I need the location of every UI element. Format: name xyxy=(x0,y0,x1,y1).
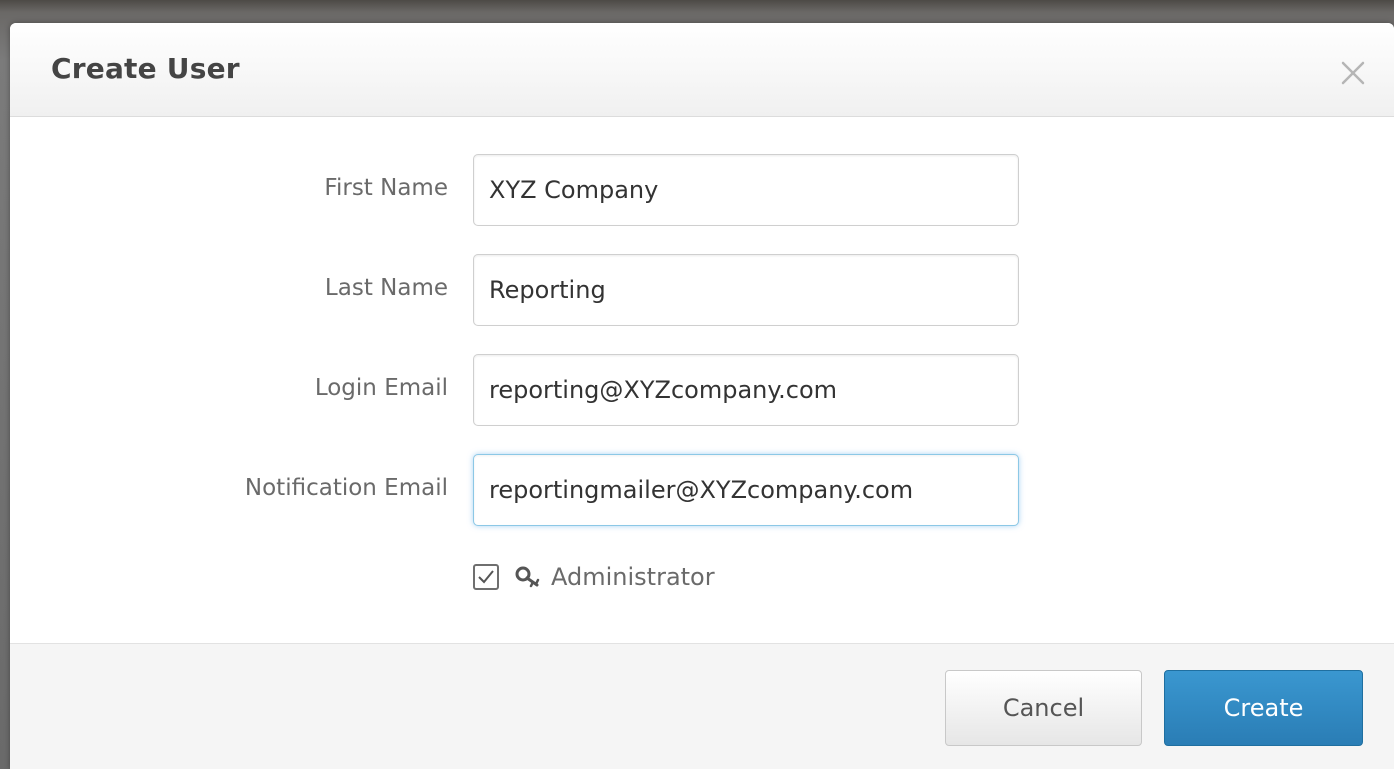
create-button[interactable]: Create xyxy=(1164,670,1363,746)
key-icon xyxy=(515,566,543,588)
dialog-title: Create User xyxy=(51,52,240,85)
login-email-input[interactable] xyxy=(473,354,1019,426)
first-name-input[interactable] xyxy=(473,154,1019,226)
create-user-dialog: Create User First Name Last Name Login E… xyxy=(10,23,1394,769)
dialog-header: Create User xyxy=(10,23,1394,117)
last-name-row: Last Name xyxy=(10,254,1394,326)
close-icon xyxy=(1341,61,1365,85)
close-button[interactable] xyxy=(1333,53,1373,93)
notification-email-label: Notification Email xyxy=(244,475,448,501)
administrator-label: Administrator xyxy=(551,563,715,591)
last-name-input[interactable] xyxy=(473,254,1019,326)
dialog-footer: Cancel Create xyxy=(10,643,1394,769)
administrator-option[interactable]: Administrator xyxy=(473,557,715,597)
last-name-label: Last Name xyxy=(324,275,448,301)
first-name-row: First Name xyxy=(10,154,1394,226)
login-email-row: Login Email xyxy=(10,354,1394,426)
cancel-button[interactable]: Cancel xyxy=(945,670,1142,746)
administrator-checkbox[interactable] xyxy=(473,564,499,590)
first-name-label: First Name xyxy=(324,175,448,201)
login-email-label: Login Email xyxy=(314,375,448,401)
notification-email-input[interactable] xyxy=(473,454,1019,526)
notification-email-row: Notification Email xyxy=(10,454,1394,526)
checkmark-icon xyxy=(478,570,494,584)
